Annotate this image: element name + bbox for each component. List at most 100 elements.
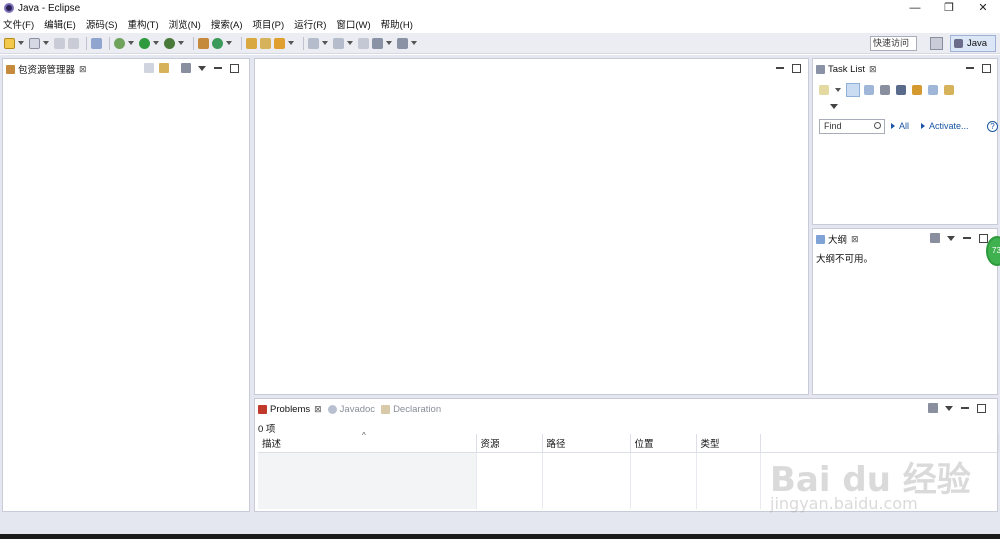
window-title: Java - Eclipse [18,2,81,14]
menu-navigate[interactable]: 浏览(N) [169,17,201,31]
column-header-type[interactable]: 类型 [696,434,761,453]
debug-dropdown-icon[interactable] [128,41,134,45]
maximize-icon[interactable] [978,233,988,243]
restore-button[interactable]: ❐ [932,0,966,16]
outline-view: 大纲 ⊠ 大纲不可用。 [812,228,998,395]
tab-problems[interactable]: Problems ⊠ [255,400,325,418]
maximize-icon[interactable] [791,63,801,73]
minimize-icon[interactable] [775,63,785,73]
new-java-package-icon[interactable] [198,37,209,49]
maximize-icon[interactable] [981,63,991,73]
previous-annotation-dropdown-icon[interactable] [347,41,353,45]
tab-javadoc[interactable]: Javadoc [325,400,378,418]
open-task-icon[interactable] [260,37,271,49]
open-perspective-icon[interactable] [930,37,943,50]
next-annotation-dropdown-icon[interactable] [322,41,328,45]
collapse-all-icon[interactable] [144,63,154,73]
tab-task-list[interactable]: Task List ⊠ [813,60,880,78]
minimize-icon[interactable] [213,63,223,73]
view-menu-icon[interactable] [944,403,954,413]
tab-declaration[interactable]: Declaration [378,400,444,418]
minimize-icon[interactable] [960,403,970,413]
menu-window[interactable]: 窗口(W) [336,17,370,31]
next-annotation-icon[interactable] [308,37,319,49]
minimize-icon[interactable] [962,233,972,243]
focus-on-task-icon[interactable] [928,403,938,413]
new-task-icon[interactable] [819,85,829,95]
menu-file[interactable]: 文件(F) [3,17,34,31]
editor-area[interactable] [254,58,809,395]
synchronize-icon[interactable] [912,85,922,95]
column-header-resource[interactable]: 资源 [476,434,543,453]
view-menu-icon[interactable] [946,233,956,243]
forward-icon[interactable] [397,37,408,49]
help-icon[interactable]: ? [987,121,998,132]
close-icon[interactable]: ⊠ [869,64,877,75]
open-dropdown-icon[interactable] [43,41,49,45]
column-label: 路径 [546,439,566,450]
view-menu-icon[interactable] [197,63,207,73]
last-edit-location-icon[interactable] [358,37,369,49]
open-icon[interactable] [29,37,40,49]
new-class-dropdown-icon[interactable] [226,41,232,45]
close-button[interactable]: ✕ [966,0,1000,16]
task-find-input[interactable]: Find [819,119,885,134]
quick-access-field[interactable]: 快速访问 [870,36,917,51]
hide-completed-icon[interactable] [896,85,906,95]
collapse-all-icon[interactable] [928,85,938,95]
new-icon[interactable] [4,37,15,49]
tab-outline[interactable]: 大纲 ⊠ [813,230,862,248]
back-dropdown-icon[interactable] [386,41,392,45]
menu-refactor[interactable]: 重构(T) [127,17,158,31]
external-tools-dropdown-icon[interactable] [178,41,184,45]
close-icon[interactable]: ⊠ [79,64,87,75]
save-icon[interactable] [54,37,65,49]
bottom-tabstrip: Problems ⊠ Javadoc Declaration [255,399,997,419]
new-dropdown-icon[interactable] [18,41,24,45]
run-icon[interactable] [139,37,150,49]
skip-breakpoints-icon[interactable] [91,37,102,49]
focus-on-task-icon[interactable] [930,233,940,243]
watermark-sub: jingyan.baidu.com [770,494,918,513]
column-header-location[interactable]: 位置 [630,434,697,453]
maximize-icon[interactable] [229,63,239,73]
save-all-icon[interactable] [68,37,79,49]
menu-source[interactable]: 源码(S) [86,17,118,31]
toolbar-separator [86,36,87,50]
menu-project[interactable]: 项目(P) [253,17,285,31]
debug-icon[interactable] [114,37,125,49]
menu-edit[interactable]: 编辑(E) [44,17,76,31]
minimize-icon[interactable] [965,63,975,73]
external-tools-icon[interactable] [164,37,175,49]
minimize-button[interactable]: — [898,0,932,16]
forward-dropdown-icon[interactable] [411,41,417,45]
open-type-icon[interactable] [246,37,257,49]
search-icon[interactable] [274,37,285,49]
close-icon[interactable]: ⊠ [851,234,859,245]
column-header-description[interactable]: 描述 ^ [258,431,477,453]
menu-run[interactable]: 运行(R) [294,17,326,31]
all-link[interactable]: All [891,121,909,131]
view-menu-icon[interactable] [829,101,839,111]
menu-help[interactable]: 帮助(H) [381,17,413,31]
toolbar-separator [193,36,194,50]
run-dropdown-icon[interactable] [153,41,159,45]
new-task-dropdown-icon[interactable] [835,88,841,92]
new-java-class-icon[interactable] [212,37,223,49]
menu-search[interactable]: 搜索(A) [211,17,243,31]
categorized-icon[interactable] [846,83,860,97]
back-icon[interactable] [372,37,383,49]
scheduled-icon[interactable] [864,85,874,95]
link-with-editor-icon[interactable] [159,63,169,73]
activate-link[interactable]: Activate... [921,121,969,131]
previous-annotation-icon[interactable] [333,37,344,49]
search-dropdown-icon[interactable] [288,41,294,45]
link-with-editor-icon[interactable] [944,85,954,95]
column-header-path[interactable]: 路径 [542,434,631,453]
tab-package-explorer[interactable]: 包资源管理器 ⊠ [3,60,90,78]
maximize-icon[interactable] [976,403,986,413]
java-perspective-button[interactable]: Java [950,35,996,52]
focus-on-task-icon[interactable] [181,63,191,73]
focus-on-workweek-icon[interactable] [880,85,890,95]
close-icon[interactable]: ⊠ [314,404,322,415]
